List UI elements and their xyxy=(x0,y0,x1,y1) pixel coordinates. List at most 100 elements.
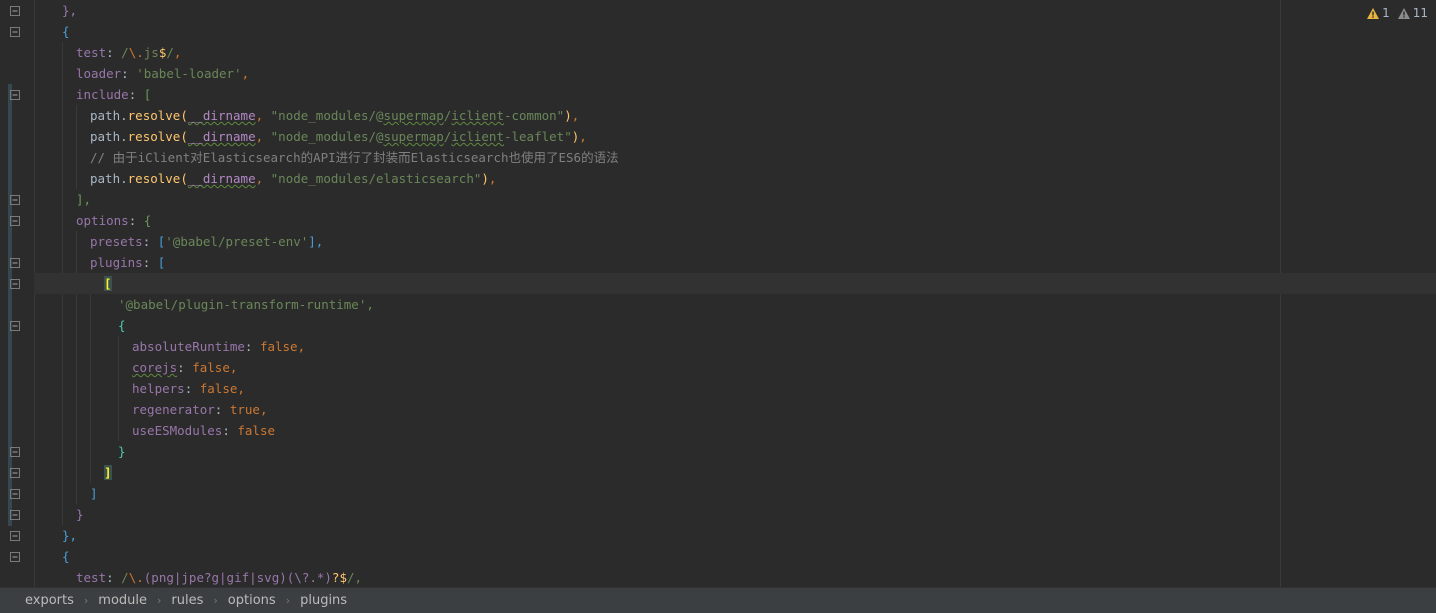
code-token: } xyxy=(76,507,84,522)
inspection-widget[interactable]: 1 11 xyxy=(1367,5,1428,21)
code-token: / xyxy=(166,45,174,60)
code-token: plugins xyxy=(90,255,143,270)
code-line[interactable]: ] xyxy=(34,483,1436,504)
code-line[interactable]: { xyxy=(34,21,1436,42)
fold-marker-icon[interactable] xyxy=(10,489,20,499)
code-token: loader xyxy=(76,66,122,81)
code-token: resolve xyxy=(127,171,181,186)
code-token: ], xyxy=(308,234,324,249)
code-token: false, xyxy=(199,381,245,396)
code-token: "node_modules/@ xyxy=(270,129,384,144)
weak-warning-icon xyxy=(1397,7,1410,19)
code-line[interactable]: test: /\.js$/, xyxy=(34,42,1436,63)
breadcrumb-item-plugins[interactable]: plugins xyxy=(300,593,347,608)
warnings-indicator[interactable]: 1 xyxy=(1367,6,1390,20)
code-token: \. xyxy=(128,570,144,585)
code-token: '@babel/plugin-transform-runtime', xyxy=(118,297,374,312)
weak-warnings-indicator[interactable]: 11 xyxy=(1397,6,1428,20)
code-line[interactable]: helpers: false, xyxy=(34,378,1436,399)
fold-marker-icon[interactable] xyxy=(10,195,20,205)
chevron-right-icon: › xyxy=(213,594,218,607)
fold-marker-icon[interactable] xyxy=(10,279,20,289)
fold-marker-icon[interactable] xyxy=(10,216,20,226)
breadcrumb: exports › module › rules › options › plu… xyxy=(0,587,1436,613)
code-line[interactable]: // 由于iClient对Elasticsearch的API进行了封装而Elas… xyxy=(34,147,1436,168)
code-token: ], xyxy=(76,192,92,207)
code-line[interactable]: useESModules: false xyxy=(34,420,1436,441)
code-token: regenerator xyxy=(132,402,215,417)
code-token: supermap xyxy=(383,129,444,144)
code-token: iclient xyxy=(451,129,504,144)
code-area[interactable]: }, { test: /\.js$/, loader: 'babel-loade… xyxy=(34,0,1436,587)
fold-marker-icon[interactable] xyxy=(10,90,20,100)
fold-marker-icon[interactable] xyxy=(10,258,20,268)
code-token: 'babel-loader' xyxy=(136,66,242,81)
code-line[interactable]: '@babel/plugin-transform-runtime', xyxy=(34,294,1436,315)
code-line[interactable]: corejs: false, xyxy=(34,357,1436,378)
code-token: / xyxy=(121,45,129,60)
code-line[interactable]: } xyxy=(34,441,1436,462)
fold-marker-icon[interactable] xyxy=(10,510,20,520)
code-line[interactable]: options: { xyxy=(34,210,1436,231)
code-token: '@babel/preset-env' xyxy=(165,234,309,249)
code-line[interactable]: ], xyxy=(34,189,1436,210)
code-token: }, xyxy=(62,528,78,543)
warnings-count: 1 xyxy=(1382,6,1390,20)
code-line[interactable]: loader: 'babel-loader', xyxy=(34,63,1436,84)
code-line[interactable]: path.resolve(__dirname, "node_modules/el… xyxy=(34,168,1436,189)
code-token: __dirname xyxy=(187,171,256,186)
code-token: }, xyxy=(62,3,78,18)
code-token: ] xyxy=(90,486,98,501)
fold-marker-icon[interactable] xyxy=(10,552,20,562)
breadcrumb-item-options[interactable]: options xyxy=(228,593,276,608)
code-comment: // 由于iClient对Elasticsearch的API进行了封装而Elas… xyxy=(90,150,619,165)
breadcrumb-item-module[interactable]: module xyxy=(98,593,147,608)
code-line[interactable]: test: /\.(png|jpe?g|gif|svg)(\?.*)?$/, xyxy=(34,567,1436,587)
code-line-current[interactable]: [ xyxy=(34,273,1436,294)
code-line[interactable]: include: [ xyxy=(34,84,1436,105)
code-token: include xyxy=(76,87,129,102)
fold-marker-icon[interactable] xyxy=(10,531,20,541)
breadcrumb-item-exports[interactable]: exports xyxy=(25,593,74,608)
change-marker[interactable] xyxy=(8,84,12,526)
code-token: { xyxy=(62,549,70,564)
code-token: corejs xyxy=(132,360,178,375)
fold-marker-icon[interactable] xyxy=(10,27,20,37)
code-token: options xyxy=(76,213,129,228)
code-line[interactable]: regenerator: true, xyxy=(34,399,1436,420)
code-token: (png|jpe?g|gif|svg) xyxy=(143,570,287,585)
code-token: path xyxy=(90,108,121,123)
code-editor[interactable]: }, { test: /\.js$/, loader: 'babel-loade… xyxy=(0,0,1436,587)
code-line[interactable]: ] xyxy=(34,462,1436,483)
code-token: iclient xyxy=(451,108,504,123)
code-line[interactable]: }, xyxy=(34,525,1436,546)
code-line[interactable]: } xyxy=(34,504,1436,525)
code-token: presets xyxy=(90,234,143,249)
code-line[interactable]: }, xyxy=(34,0,1436,21)
code-token: false, xyxy=(192,360,238,375)
code-token: helpers xyxy=(132,381,185,396)
fold-marker-icon[interactable] xyxy=(10,321,20,331)
breadcrumb-item-rules[interactable]: rules xyxy=(171,593,203,608)
code-line[interactable]: { xyxy=(34,546,1436,567)
code-token: ?$ xyxy=(331,570,347,585)
code-token: path xyxy=(90,171,121,186)
code-token: / xyxy=(121,570,129,585)
code-token: path xyxy=(90,129,121,144)
code-line[interactable]: path.resolve(__dirname, "node_modules/@s… xyxy=(34,105,1436,126)
fold-marker-icon[interactable] xyxy=(10,6,20,16)
code-token: { xyxy=(118,318,126,333)
code-token: [ xyxy=(157,255,166,270)
code-line[interactable]: absoluteRuntime: false, xyxy=(34,336,1436,357)
fold-marker-icon[interactable] xyxy=(10,447,20,457)
code-line[interactable]: presets: ['@babel/preset-env'], xyxy=(34,231,1436,252)
code-line[interactable]: path.resolve(__dirname, "node_modules/@s… xyxy=(34,126,1436,147)
code-token: test xyxy=(76,570,107,585)
code-line[interactable]: { xyxy=(34,315,1436,336)
code-line[interactable]: plugins: [ xyxy=(34,252,1436,273)
matched-bracket: [ xyxy=(104,276,112,291)
code-token: supermap xyxy=(383,108,444,123)
fold-marker-icon[interactable] xyxy=(10,468,20,478)
code-token: -leaflet" xyxy=(503,129,572,144)
code-token: useESModules xyxy=(132,423,223,438)
